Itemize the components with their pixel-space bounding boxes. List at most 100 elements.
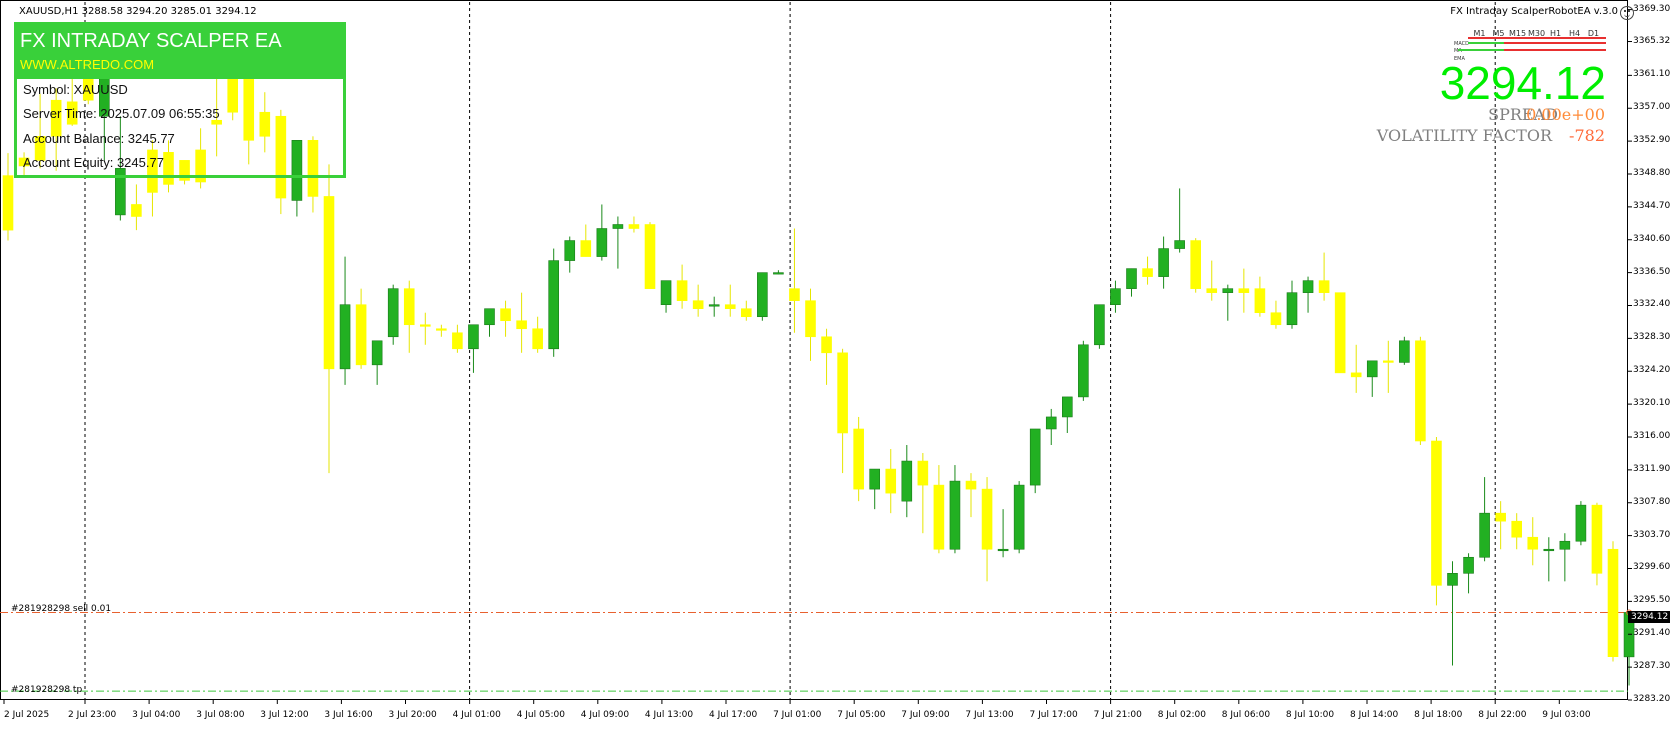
y-tick-label: 3340.60 bbox=[1633, 233, 1671, 244]
bear-candle bbox=[436, 328, 447, 331]
bear-candle bbox=[1495, 512, 1506, 522]
bear-candle bbox=[131, 204, 142, 217]
y-tick-label: 3287.30 bbox=[1633, 661, 1671, 672]
bear-candle bbox=[724, 304, 736, 310]
bear-candle bbox=[789, 288, 800, 301]
y-tick-label: 3320.10 bbox=[1633, 398, 1671, 409]
y-tick-label: 3307.80 bbox=[1633, 496, 1671, 507]
indicator-bar-macd-red bbox=[1504, 42, 1606, 44]
account-equity-row: Account Equity: 3245.77 bbox=[23, 155, 164, 170]
bull-candle bbox=[1094, 304, 1105, 346]
bear-candle bbox=[1254, 288, 1266, 314]
bull-candle bbox=[660, 280, 672, 305]
bear-candle bbox=[853, 428, 864, 490]
bull-candle bbox=[1463, 556, 1474, 574]
bear-candle bbox=[885, 468, 897, 494]
bear-candle bbox=[917, 460, 929, 486]
y-tick-label: 3316.00 bbox=[1633, 430, 1671, 441]
bull-candle bbox=[548, 260, 560, 350]
bull-candle bbox=[1078, 344, 1089, 398]
bull-candle bbox=[757, 272, 768, 318]
y-tick-label: 3369.30 bbox=[1633, 3, 1671, 14]
bear-candle bbox=[628, 224, 640, 229]
indicator-bar-macd-green bbox=[1468, 42, 1504, 44]
bear-candle bbox=[403, 288, 415, 326]
bear-candle bbox=[355, 304, 367, 366]
account-balance-row: Account Balance: 3245.77 bbox=[23, 131, 175, 146]
bull-candle bbox=[1045, 416, 1057, 430]
x-tick-label: 9 Jul 03:00 bbox=[1542, 710, 1591, 720]
x-tick-label: 7 Jul 13:00 bbox=[965, 710, 1014, 720]
x-tick-label: 3 Jul 20:00 bbox=[388, 710, 437, 720]
y-tick-label: 3311.90 bbox=[1633, 463, 1671, 474]
x-tick-label: 8 Jul 22:00 bbox=[1478, 710, 1527, 720]
symbol-info: XAUUSD,H1 3288.58 3294.20 3285.01 3294.1… bbox=[19, 6, 257, 17]
bear-candle bbox=[1607, 548, 1619, 658]
x-tick-label: 4 Jul 01:00 bbox=[452, 710, 501, 720]
indicator-bar-ma-red bbox=[1504, 49, 1606, 51]
bull-candle bbox=[1286, 292, 1298, 326]
bear-candle bbox=[500, 308, 511, 322]
x-tick-label: 8 Jul 10:00 bbox=[1285, 710, 1335, 720]
bear-candle bbox=[1334, 292, 1346, 374]
bull-candle bbox=[773, 272, 784, 275]
x-tick-label: 8 Jul 06:00 bbox=[1221, 710, 1271, 720]
x-tick-label: 8 Jul 02:00 bbox=[1157, 710, 1206, 720]
price-axis[interactable]: 3369.30 3365.32 3361.10 3357.00 3352.90 3348.… bbox=[1628, 0, 1674, 704]
y-tick-label: 3332.40 bbox=[1633, 299, 1671, 310]
bull-candle bbox=[1013, 484, 1025, 550]
spread-value: 0.00e+00 bbox=[1526, 105, 1605, 124]
bull-candle bbox=[484, 308, 495, 326]
bull-candle bbox=[1559, 540, 1571, 550]
bear-candle bbox=[965, 480, 977, 490]
bear-candle bbox=[452, 332, 463, 350]
bear-candle bbox=[692, 300, 704, 310]
ea-website: WWW.ALTREDO.COM bbox=[20, 57, 155, 72]
bull-candle bbox=[1174, 240, 1185, 249]
bear-candle bbox=[1527, 536, 1539, 550]
bear-candle bbox=[837, 352, 848, 434]
current-price-tag: 3294.12 bbox=[1628, 611, 1670, 623]
x-tick-label: 7 Jul 21:00 bbox=[1093, 710, 1142, 720]
x-tick-label: 3 Jul 08:00 bbox=[196, 710, 245, 720]
x-tick-label: 8 Jul 14:00 bbox=[1350, 710, 1399, 720]
chart-window[interactable]: XAUUSD,H1 3288.58 3294.20 3285.01 3294.1… bbox=[0, 0, 1674, 729]
bear-candle bbox=[981, 488, 993, 550]
bull-candle bbox=[612, 224, 624, 229]
y-tick-label: 3352.90 bbox=[1633, 135, 1671, 146]
x-tick-label: 7 Jul 09:00 bbox=[901, 710, 950, 720]
bear-candle bbox=[644, 224, 656, 289]
y-tick-label: 3328.30 bbox=[1633, 332, 1671, 343]
y-tick-label: 3365.32 bbox=[1633, 35, 1671, 46]
bear-candle bbox=[1431, 440, 1442, 586]
y-tick-label: 3283.20 bbox=[1633, 694, 1671, 704]
bull-candle bbox=[997, 548, 1009, 552]
bull-candle bbox=[339, 304, 351, 370]
indicator-label-macd: MACD bbox=[1454, 41, 1469, 47]
bull-candle bbox=[1399, 340, 1410, 363]
x-tick-label: 3 Jul 04:00 bbox=[132, 710, 181, 720]
bull-candle bbox=[901, 460, 913, 502]
x-tick-label: 7 Jul 01:00 bbox=[773, 710, 822, 720]
ea-name: FX INTRADAY SCALPER EA bbox=[20, 30, 282, 52]
bear-candle bbox=[532, 328, 543, 350]
ea-panel-body: Symbol: XAUUSD Server Time: 2025.07.09 0… bbox=[14, 79, 346, 178]
bull-candle bbox=[468, 324, 479, 350]
bear-candle bbox=[1190, 240, 1201, 289]
bull-candle bbox=[708, 304, 720, 307]
indicator-bar-top-red bbox=[1468, 37, 1606, 39]
bear-candle bbox=[2, 175, 14, 231]
x-tick-label: 4 Jul 09:00 bbox=[580, 710, 630, 720]
x-tick-label: 3 Jul 12:00 bbox=[260, 710, 309, 720]
bull-candle bbox=[949, 480, 961, 550]
x-tick-label: 4 Jul 13:00 bbox=[644, 710, 694, 720]
bear-candle bbox=[516, 320, 527, 330]
symbol-row: Symbol: XAUUSD bbox=[23, 82, 128, 97]
bull-candle bbox=[1302, 280, 1314, 293]
y-tick-label: 3348.80 bbox=[1633, 167, 1671, 178]
bear-candle bbox=[1270, 312, 1282, 326]
y-tick-label: 3344.70 bbox=[1633, 200, 1671, 211]
bear-candle bbox=[580, 240, 592, 257]
bull-candle bbox=[596, 228, 608, 257]
x-tick-label: 4 Jul 17:00 bbox=[709, 710, 758, 720]
